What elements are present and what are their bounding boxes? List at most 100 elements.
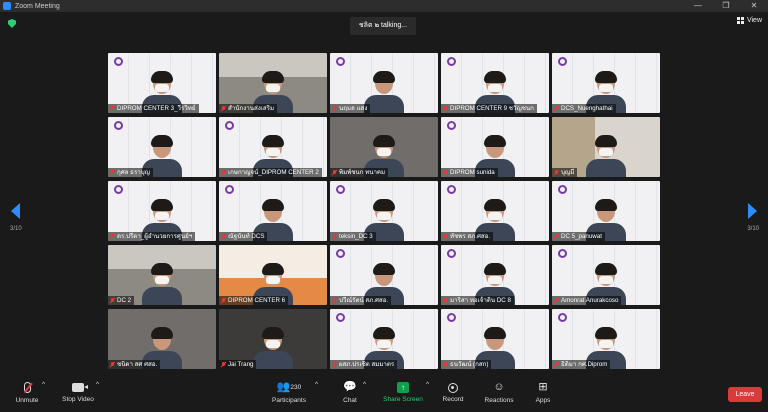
participant-name-label: กุศล ธราบุญ [108,168,153,177]
diprom-logo-icon [336,249,345,258]
unmute-button[interactable]: Unmute [12,381,42,404]
chat-options-caret-icon[interactable]: ^ [363,381,366,388]
chat-button[interactable]: 💬 Chat [338,381,362,404]
participant-name-label: ธิติมา กศ.Diprom [552,360,611,369]
participants-options-caret-icon[interactable]: ^ [315,381,318,388]
view-button[interactable]: View [736,17,762,24]
muted-mic-icon [221,169,226,176]
share-screen-button[interactable]: ↑ Share Screen [381,381,425,403]
video-tile[interactable]: DIPROM CENTER 6 [219,245,327,305]
previous-page-arrow-icon[interactable] [11,203,20,219]
video-tile[interactable]: DCS_Nuenghathai [552,53,660,113]
video-tile[interactable]: มาริสา หอเจ้าดิน DC 8 [441,245,549,305]
video-tile[interactable]: เกษกาญจน์_DIPROM CENTER 2 [219,117,327,177]
video-tile[interactable]: บุญมี [552,117,660,177]
chat-label: Chat [343,397,357,404]
participant-name: DC 2 [117,297,132,304]
participant-video [251,327,295,369]
participant-name-label: ธนวัฒน์ (กสก) [441,360,492,369]
diprom-logo-icon [114,57,123,66]
video-tile[interactable]: ชนิดา สศ ศสอ. [108,309,216,369]
participant-name: สำนักงานส่งเสริม [228,105,275,112]
participant-name: DCS_Nuenghathai [561,105,613,112]
video-tile[interactable]: ดร.ปรีดา_ผู้อำนวยการศูนย์ฯ [108,181,216,241]
zoom-app-icon [3,2,11,10]
participant-name: ณัฐนันท์ DCS [228,233,265,240]
video-tile[interactable]: Amonrat Anurakcoso [552,245,660,305]
participant-name-label: ดร.ปรีดา_ผู้อำนวยการศูนย์ฯ [108,232,196,241]
participant-name: บุญมี [561,169,575,176]
participant-name: เกษกาญจน์_DIPROM CENTER 2 [228,169,319,176]
video-tile[interactable]: พิมพ์ชนก ทนาคม [330,117,438,177]
apps-button[interactable]: ⊞ Apps [531,381,555,404]
page-indicator-left: 3/10 [10,226,22,232]
diprom-logo-icon [336,313,345,322]
smiley-reaction-icon: ☺ [493,381,505,393]
video-tile[interactable]: กุศล ธราบุญ [108,117,216,177]
video-options-caret-icon[interactable]: ^ [96,381,99,388]
next-page-arrow-icon[interactable] [748,203,757,219]
video-tile[interactable]: ทัชพร สภ.ศสอ. [441,181,549,241]
video-tile[interactable]: DC 2 [108,245,216,305]
participant-name: Amonrat Anurakcoso [561,297,619,304]
muted-mic-icon [554,297,559,304]
minimize-button[interactable]: — [684,0,712,12]
muted-mic-icon [221,233,226,240]
close-window-button[interactable]: ✕ [740,0,768,12]
diprom-logo-icon [558,249,567,258]
participant-name-label: มาริสา หอเจ้าดิน DC 8 [441,296,514,305]
participant-name-label: บุญมี [552,168,578,177]
video-tile[interactable]: DC 5_panuwat [552,181,660,241]
participant-name: teksin_DC 3 [339,233,373,240]
video-tile[interactable]: Jai Trang [219,309,327,369]
chat-bubble-icon: 💬 [343,381,357,393]
record-button[interactable]: Record [439,381,467,403]
video-tile[interactable]: ปวีณ์รัตน์ สภ.ศสอ. [330,245,438,305]
video-tile[interactable]: DIPROM CENTER 3_วีรวิทย์ [108,53,216,113]
participants-button[interactable]: 👥230 Participants [268,381,310,404]
diprom-logo-icon [558,185,567,194]
video-tile[interactable]: ผสภ.ปรเชิด สมมาตร [330,309,438,369]
video-tile[interactable]: สำนักงานส่งเสริม [219,53,327,113]
meeting-toolbar: Unmute ^ Stop Video ^ 👥230 Participants … [0,377,768,412]
leave-button[interactable]: Leave [728,387,762,402]
maximize-button[interactable]: ❐ [712,0,740,12]
video-tile[interactable]: ธิติมา กศ.Diprom [552,309,660,369]
participant-name: ธิติมา กศ.Diprom [561,361,608,368]
muted-mic-icon [110,105,115,112]
video-tile[interactable]: DIPROM sunida [441,117,549,177]
participant-name: DC 5_panuwat [561,233,602,240]
audio-options-caret-icon[interactable]: ^ [42,381,45,388]
participant-name-label: DIPROM CENTER 3_วีรวิทย์ [108,104,199,113]
page-indicator-right: 3/10 [747,226,759,232]
apps-label: Apps [535,397,551,404]
diprom-logo-icon [447,313,456,322]
participant-name-label: ผสภ.ปรเชิด สมมาตร [330,360,398,369]
muted-mic-icon [332,169,337,176]
muted-mic-icon [443,361,448,368]
reactions-label: Reactions [484,397,514,404]
participant-name-label: พิมพ์ชนก ทนาคม [330,168,389,177]
participant-name: DIPROM CENTER 6 [228,297,286,304]
participant-name-label: DIPROM CENTER 6 [219,296,289,305]
participant-name: Jai Trang [228,361,254,368]
share-options-caret-icon[interactable]: ^ [426,381,429,388]
stop-video-button[interactable]: Stop Video [60,381,96,403]
title-bar: Zoom Meeting — ❐ ✕ [0,0,768,12]
diprom-logo-icon [225,185,234,194]
muted-mic-icon [221,297,226,304]
participant-name: DIPROM CENTER 3_วีรวิทย์ [117,105,196,112]
video-tile[interactable]: ณัฐนันท์ DCS [219,181,327,241]
muted-mic-icon [554,233,559,240]
video-tile[interactable]: DIPROM CENTER 9 ชวัญชนก [441,53,549,113]
diprom-logo-icon [447,57,456,66]
participant-name-label: สำนักงานส่งเสริม [219,104,278,113]
video-tile[interactable]: ธนวัฒน์ (กสก) [441,309,549,369]
participant-name: ชนิดา สศ ศสอ. [117,361,158,368]
video-tile[interactable]: นฤมล แสง [330,53,438,113]
participant-name-label: ปวีณ์รัตน์ สภ.ศสอ. [330,296,392,305]
muted-mic-icon [221,105,226,112]
security-shield-icon[interactable] [8,19,16,28]
video-tile[interactable]: teksin_DC 3 [330,181,438,241]
reactions-button[interactable]: ☺ Reactions [482,381,516,404]
